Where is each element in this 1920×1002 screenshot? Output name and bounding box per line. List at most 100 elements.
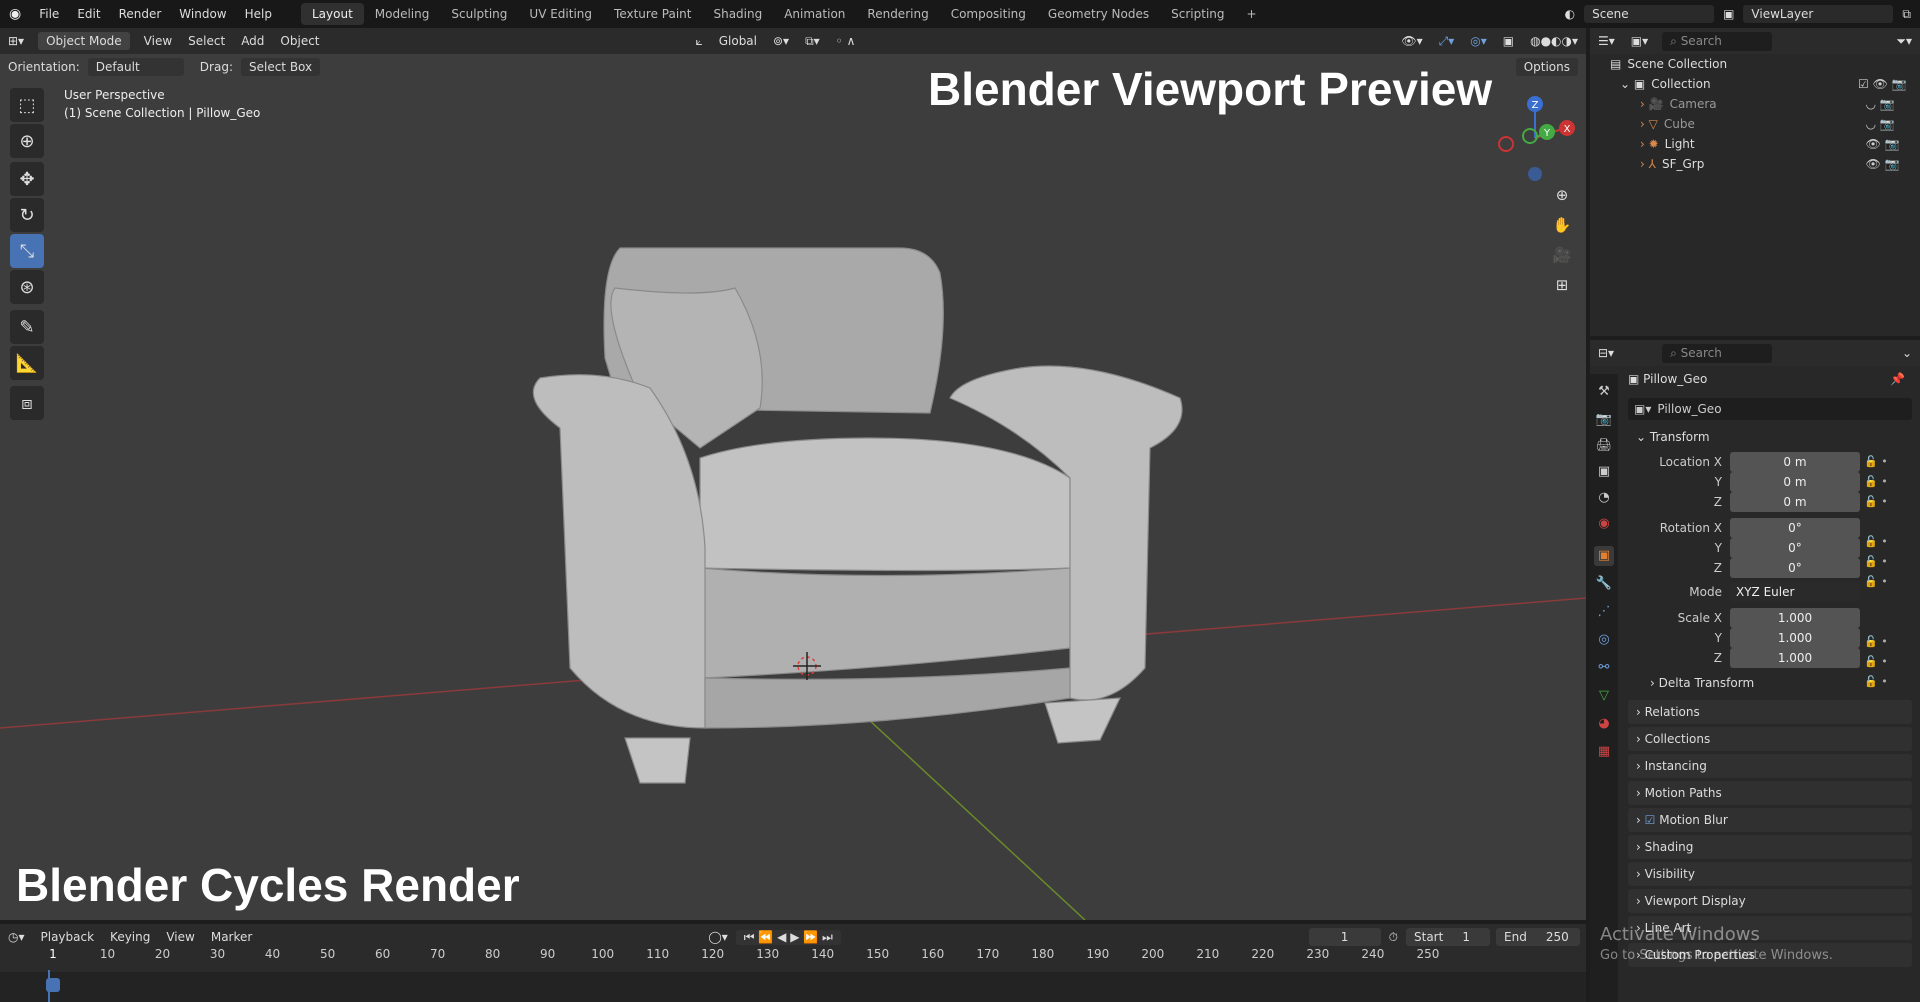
location-x-field[interactable]: 0 m bbox=[1730, 452, 1860, 472]
menu-help[interactable]: Help bbox=[236, 0, 281, 28]
camera-view-icon[interactable]: 🎥 bbox=[1549, 242, 1575, 268]
playback-menu[interactable]: Playback bbox=[33, 930, 103, 944]
add-cube-tool-icon[interactable]: ⧈ bbox=[10, 386, 44, 420]
modifier-tab-icon[interactable]: 🔧 bbox=[1594, 574, 1614, 594]
location-z-field[interactable]: 0 m bbox=[1730, 492, 1860, 512]
3d-viewport[interactable]: ⊞▾ Object Mode View Select Add Object ⟀ … bbox=[0, 28, 1586, 920]
editor-type-icon[interactable]: ⊞▾ bbox=[0, 34, 32, 48]
data-tab-icon[interactable]: ▽ bbox=[1594, 686, 1614, 706]
current-frame-field[interactable]: 1 bbox=[1308, 928, 1381, 946]
scale-y-field[interactable]: 1.000 bbox=[1730, 628, 1860, 648]
mode-selector[interactable]: Object Mode bbox=[38, 32, 130, 50]
particles-tab-icon[interactable]: ⋰ bbox=[1594, 602, 1614, 622]
scene-collection-row[interactable]: ▤ Scene Collection bbox=[1610, 54, 1727, 74]
tab-geometry-nodes[interactable]: Geometry Nodes bbox=[1037, 3, 1160, 25]
section-instancing[interactable]: › Instancing bbox=[1628, 754, 1912, 778]
copy-icon[interactable]: ⧉ bbox=[1893, 0, 1920, 28]
material-tab-icon[interactable]: ◕ bbox=[1594, 714, 1614, 734]
section-relations[interactable]: › Relations bbox=[1628, 700, 1912, 724]
object-datablock-field[interactable]: ▣▾ Pillow_Geo bbox=[1628, 398, 1912, 420]
output-tab-icon[interactable]: 🖨 bbox=[1594, 436, 1614, 456]
transform-space-selector[interactable]: Global bbox=[710, 32, 765, 50]
rotation-mode-selector[interactable]: XYZ Euler bbox=[1730, 582, 1860, 602]
section-collections[interactable]: › Collections bbox=[1628, 727, 1912, 751]
tab-rendering[interactable]: Rendering bbox=[856, 3, 939, 25]
clock-icon[interactable]: ⏱ bbox=[1381, 930, 1406, 945]
end-frame-field[interactable]: End 250 bbox=[1496, 928, 1580, 946]
texture-tab-icon[interactable]: ▦ bbox=[1594, 742, 1614, 762]
timeline-view-menu[interactable]: View bbox=[158, 930, 202, 944]
menu-render[interactable]: Render bbox=[110, 0, 171, 28]
menu-add[interactable]: Add bbox=[233, 34, 272, 48]
pivot-icon[interactable]: ⊚▾ bbox=[765, 34, 797, 48]
proportional-icon[interactable]: ◦ ∧ bbox=[828, 34, 864, 48]
snap-icon[interactable]: ⧉▾ bbox=[797, 34, 828, 49]
location-y-field[interactable]: 0 m bbox=[1730, 472, 1860, 492]
pin-icon[interactable]: 📌 bbox=[1890, 372, 1905, 386]
timeline-track[interactable]: 1 10 20 30 40 50 60 70 80 90 100 110 120 130 140 150 160… bbox=[0, 947, 1586, 1002]
pan-hand-icon[interactable]: ✋ bbox=[1549, 212, 1575, 238]
grid-view-icon[interactable]: ⊞ bbox=[1549, 272, 1575, 298]
motion-blur-checkbox[interactable]: ☑ bbox=[1645, 813, 1656, 827]
tab-sculpting[interactable]: Sculpting bbox=[440, 3, 518, 25]
outliner-filter-mode-icon[interactable]: ▣▾ bbox=[1623, 34, 1656, 48]
tab-scripting[interactable]: Scripting bbox=[1160, 3, 1235, 25]
view-layer-icon[interactable]: ▣ bbox=[1714, 0, 1743, 28]
render-tab-icon[interactable]: 📷 bbox=[1594, 410, 1614, 430]
outliner-item-camera[interactable]: › 🎥 Camera bbox=[1640, 94, 1717, 114]
section-motion-paths[interactable]: › Motion Paths bbox=[1628, 781, 1912, 805]
outliner-item-sf-grp[interactable]: › ⅄ SF_Grp bbox=[1640, 154, 1704, 174]
tab-uv-editing[interactable]: UV Editing bbox=[518, 3, 603, 25]
outliner-item-cube[interactable]: › ▽ Cube bbox=[1640, 114, 1695, 134]
lock-icons-column[interactable]: 🔓 • 🔓 • 🔓 • 🔓 • 🔓 • 🔓 • 🔓 • 🔓 • 🔓 • bbox=[1864, 452, 1888, 692]
playhead-handle[interactable] bbox=[46, 978, 60, 992]
rotation-y-field[interactable]: 0° bbox=[1730, 538, 1860, 558]
menu-file[interactable]: File bbox=[30, 0, 68, 28]
section-viewport-display[interactable]: › Viewport Display bbox=[1628, 889, 1912, 913]
outliner-search-input[interactable]: ⌕ Search bbox=[1662, 31, 1773, 51]
outliner-display-icon[interactable]: ☰▾ bbox=[1590, 34, 1623, 48]
start-frame-field[interactable]: Start 1 bbox=[1406, 928, 1490, 946]
rotate-tool-icon[interactable]: ↻ bbox=[10, 198, 44, 232]
tab-texture-paint[interactable]: Texture Paint bbox=[603, 3, 702, 25]
move-tool-icon[interactable]: ✥ bbox=[10, 162, 44, 196]
menu-object[interactable]: Object bbox=[272, 34, 327, 48]
properties-editor-icon[interactable]: ⊟▾ bbox=[1590, 346, 1622, 360]
menu-select[interactable]: Select bbox=[180, 34, 233, 48]
rotation-z-field[interactable]: 0° bbox=[1730, 558, 1860, 578]
constraints-tab-icon[interactable]: ⚯ bbox=[1594, 658, 1614, 678]
blender-logo-icon[interactable]: ◉ bbox=[0, 0, 30, 28]
object-tab-icon[interactable]: ▣ bbox=[1594, 546, 1614, 566]
scene-selector[interactable]: Scene bbox=[1584, 5, 1715, 23]
keying-menu[interactable]: Keying bbox=[102, 930, 158, 944]
timeline-editor-icon[interactable]: ◷▾ bbox=[0, 930, 33, 944]
scene-tab-icon[interactable]: ◔ bbox=[1594, 488, 1614, 508]
gizmo-toggle-icon[interactable]: ⤢▾ bbox=[1431, 34, 1463, 49]
scale-z-field[interactable]: 1.000 bbox=[1730, 648, 1860, 668]
outliner-item-light[interactable]: › ✹ Light bbox=[1640, 134, 1695, 154]
auto-keying-icon[interactable]: ◯▾ bbox=[700, 930, 735, 944]
navigation-gizmo[interactable]: Z X Y bbox=[1490, 88, 1580, 198]
marker-menu[interactable]: Marker bbox=[203, 930, 260, 944]
tab-animation[interactable]: Animation bbox=[773, 3, 856, 25]
select-box-tool-icon[interactable]: ⬚ bbox=[10, 88, 44, 122]
zoom-icon[interactable]: ⊕ bbox=[1549, 182, 1575, 208]
scale-x-field[interactable]: 1.000 bbox=[1730, 608, 1860, 628]
menu-edit[interactable]: Edit bbox=[68, 0, 109, 28]
tool-tab-icon[interactable]: ⚒ bbox=[1594, 382, 1614, 402]
properties-search-input[interactable]: ⌕ Search bbox=[1662, 343, 1773, 363]
overlay-toggle-icon[interactable]: ◎▾ bbox=[1462, 34, 1495, 48]
tab-compositing[interactable]: Compositing bbox=[940, 3, 1037, 25]
chevron-down-icon[interactable]: ⌄ bbox=[1894, 346, 1920, 360]
section-motion-blur[interactable]: › ☑ Motion Blur bbox=[1628, 808, 1912, 832]
menu-window[interactable]: Window bbox=[170, 0, 235, 28]
transform-tool-icon[interactable]: ⊛ bbox=[10, 270, 44, 304]
view-layer-selector[interactable]: ViewLayer bbox=[1743, 5, 1894, 23]
rotation-x-field[interactable]: 0° bbox=[1730, 518, 1860, 538]
orientation-selector[interactable]: Default bbox=[87, 58, 184, 76]
filter-icon[interactable]: ⏷▾ bbox=[1888, 34, 1920, 49]
delta-transform-header[interactable]: › Delta Transform bbox=[1650, 676, 1754, 690]
transform-panel-header[interactable]: ⌄ Transform bbox=[1636, 430, 1710, 444]
options-button[interactable]: Options bbox=[1515, 58, 1578, 76]
view-layer-tab-icon[interactable]: ▣ bbox=[1594, 462, 1614, 482]
